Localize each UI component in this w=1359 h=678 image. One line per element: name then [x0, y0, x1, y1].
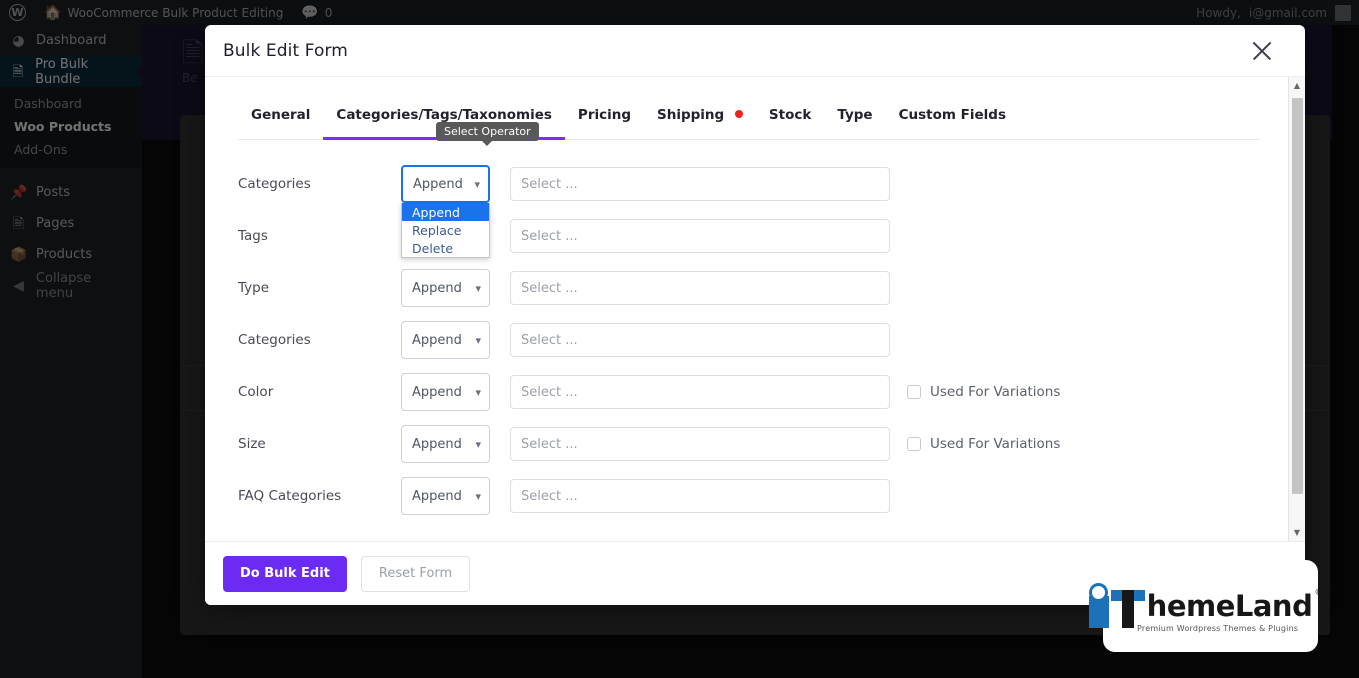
- tab-label: Categories/Tags/Taxonomies: [336, 107, 552, 123]
- checkbox-label: Used For Variations: [930, 436, 1061, 452]
- form-row-type: Type Append ▾ Select ...: [238, 262, 1260, 314]
- placeholder: Select ...: [521, 332, 578, 348]
- chevron-down-icon: ▾: [475, 385, 481, 399]
- chevron-down-icon: ▾: [475, 333, 481, 347]
- chevron-down-icon: ▾: [475, 281, 481, 295]
- row-label: FAQ Categories: [238, 488, 342, 504]
- value-select-type[interactable]: Select ...: [510, 271, 890, 305]
- logo-i-glyph-icon: [1088, 584, 1109, 628]
- value-select-size[interactable]: Select ...: [510, 427, 890, 461]
- modal-tabs: General Categories/Tags/Taxonomies Prici…: [205, 77, 1288, 140]
- value-select-tags[interactable]: Select ...: [510, 219, 890, 253]
- value-select-categories-1[interactable]: Select ...: [510, 167, 890, 201]
- tab-shipping[interactable]: Shipping: [644, 107, 756, 139]
- placeholder: Select ...: [521, 280, 578, 296]
- tab-label: Type: [837, 107, 873, 123]
- placeholder: Select ...: [521, 176, 578, 192]
- row-label: Tags: [238, 228, 268, 244]
- modal-body: General Categories/Tags/Taxonomies Prici…: [205, 77, 1305, 541]
- scroll-up-arrow-icon[interactable]: ▲: [1289, 77, 1305, 94]
- operator-value: Append: [412, 488, 462, 504]
- operator-select-type[interactable]: Append ▾: [401, 269, 490, 307]
- bulk-edit-modal: Bulk Edit Form General Categories/Tags/T…: [205, 25, 1305, 605]
- checkbox-label: Used For Variations: [930, 384, 1061, 400]
- placeholder: Select ...: [521, 436, 578, 452]
- tab-type[interactable]: Type: [824, 107, 885, 139]
- chevron-down-icon: ▾: [474, 177, 480, 191]
- tab-custom-fields[interactable]: Custom Fields: [886, 107, 1019, 139]
- row-label: Color: [238, 384, 274, 400]
- option-replace[interactable]: Replace: [402, 221, 489, 239]
- operator-option-list: Append Replace Delete: [401, 203, 490, 258]
- operator-tooltip: Select Operator: [436, 122, 539, 146]
- checkbox[interactable]: [907, 437, 921, 451]
- modal-scrollbar[interactable]: ▲ ▼: [1288, 77, 1305, 541]
- operator-select-categories-2[interactable]: Append ▾: [401, 321, 490, 359]
- tab-general[interactable]: General: [238, 107, 323, 139]
- operator-value: Append: [412, 384, 462, 400]
- tab-label: Stock: [768, 107, 812, 123]
- tab-label: Custom Fields: [898, 107, 1006, 123]
- modal-title: Bulk Edit Form: [223, 40, 348, 61]
- used-for-variations-size[interactable]: Used For Variations: [907, 436, 1060, 452]
- value-select-categories-2[interactable]: Select ...: [510, 323, 890, 357]
- form-row-tags: Tags Append ▾ Select ...: [238, 210, 1260, 262]
- screen: W 🏠 WooCommerce Bulk Product Editing 💬 0…: [0, 0, 1359, 678]
- row-label: Categories: [238, 176, 311, 192]
- reset-form-button[interactable]: Reset Form: [360, 555, 471, 592]
- ithemeland-logo-badge: hemeLand ®® Premium Wordpress Themes & P…: [1088, 560, 1332, 652]
- row-label: Categories: [238, 332, 311, 348]
- operator-value: Append: [412, 436, 462, 452]
- tab-label: Pricing: [577, 107, 632, 123]
- placeholder: Select ...: [521, 384, 578, 400]
- scrollbar-thumb[interactable]: [1292, 98, 1303, 494]
- close-icon[interactable]: [1247, 36, 1277, 66]
- tab-stock[interactable]: Stock: [756, 107, 824, 139]
- tab-label: Shipping: [657, 107, 725, 123]
- option-delete[interactable]: Delete: [402, 239, 489, 257]
- operator-value: Append: [412, 280, 462, 296]
- operator-select-size[interactable]: Append ▾: [401, 425, 490, 463]
- form-row-categories-1: Categories Select Operator Append ▾ Appe…: [238, 122, 1260, 258]
- value-select-faq-categories[interactable]: Select ...: [510, 479, 890, 513]
- tab-label: General: [251, 107, 311, 123]
- form-row-size: Size Append ▾ Select ... Used For Variat…: [238, 418, 1260, 470]
- placeholder: Select ...: [521, 228, 578, 244]
- form-row-color: Color Append ▾ Select ... Used For Varia…: [238, 366, 1260, 418]
- form-row-categories-2: Categories Append ▾ Select ...: [238, 314, 1260, 366]
- chevron-down-icon: ▾: [475, 437, 481, 451]
- operator-select-faq-categories[interactable]: Append ▾: [401, 477, 490, 515]
- form-row-faq-categories: FAQ Categories Append ▾ Select ...: [238, 470, 1260, 522]
- scroll-down-arrow-icon[interactable]: ▼: [1289, 524, 1305, 541]
- tab-pricing[interactable]: Pricing: [565, 107, 644, 139]
- checkbox[interactable]: [907, 385, 921, 399]
- logo-registered-mark: ®®: [1314, 588, 1333, 598]
- taxonomy-form-rows: Categories Select Operator Append ▾ Appe…: [205, 122, 1288, 530]
- do-bulk-edit-button[interactable]: Do Bulk Edit: [223, 555, 347, 592]
- modal-scroll-area: General Categories/Tags/Taxonomies Prici…: [205, 77, 1288, 541]
- logo-tagline: Premium Wordpress Themes & Plugins: [1137, 624, 1299, 633]
- option-append[interactable]: Append: [402, 203, 489, 221]
- logo-t-glyph-icon: [1110, 584, 1145, 628]
- logo-wordmark: hemeLand: [1146, 589, 1313, 623]
- row-label: Type: [238, 280, 270, 296]
- operator-select-categories-1[interactable]: Append ▾: [401, 165, 490, 203]
- alert-dot-icon: [734, 110, 743, 118]
- chevron-down-icon: ▾: [475, 489, 481, 503]
- operator-select-color[interactable]: Append ▾: [401, 373, 490, 411]
- modal-header: Bulk Edit Form: [205, 25, 1305, 77]
- operator-value: Append: [413, 176, 463, 192]
- placeholder: Select ...: [521, 488, 578, 504]
- operator-value: Append: [412, 332, 462, 348]
- value-select-color[interactable]: Select ...: [510, 375, 890, 409]
- used-for-variations-color[interactable]: Used For Variations: [907, 384, 1060, 400]
- row-label: Size: [238, 436, 266, 452]
- logo-mark: hemeLand ®® Premium Wordpress Themes & P…: [1088, 584, 1333, 633]
